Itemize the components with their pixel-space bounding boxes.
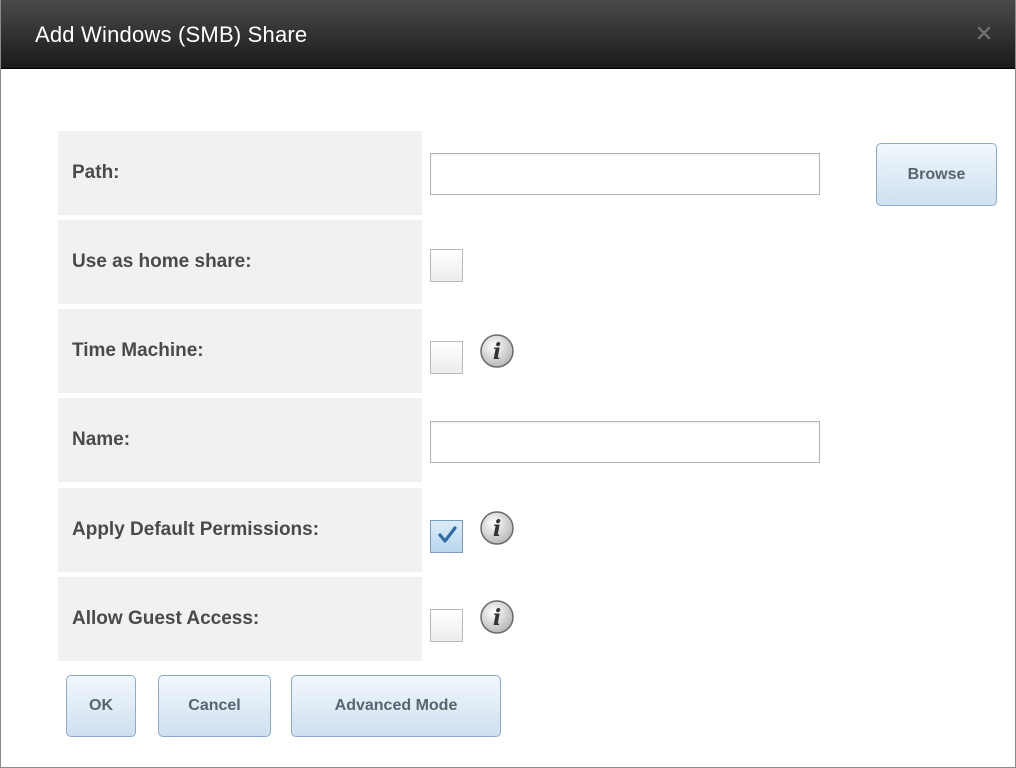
dialog-titlebar[interactable]: Add Windows (SMB) Share bbox=[1, 0, 1015, 69]
name-label-cell: Name: bbox=[58, 398, 422, 482]
guest-access-checkbox[interactable] bbox=[430, 609, 463, 642]
svg-text:i: i bbox=[493, 605, 501, 631]
info-icon[interactable]: i bbox=[479, 510, 515, 546]
default-permissions-checkbox[interactable] bbox=[430, 520, 463, 553]
home-share-label-cell: Use as home share: bbox=[58, 220, 422, 304]
default-permissions-label: Apply Default Permissions: bbox=[72, 519, 320, 540]
time-machine-label: Time Machine: bbox=[72, 340, 204, 361]
path-label: Path: bbox=[72, 162, 120, 183]
close-icon[interactable] bbox=[975, 24, 993, 42]
add-smb-share-dialog: Add Windows (SMB) Share Path: Browse Use… bbox=[0, 0, 1016, 768]
info-icon[interactable]: i bbox=[479, 333, 515, 369]
checkmark-icon bbox=[438, 526, 457, 543]
default-permissions-label-cell: Apply Default Permissions: bbox=[58, 488, 422, 572]
home-share-checkbox[interactable] bbox=[430, 249, 463, 282]
name-label: Name: bbox=[72, 429, 131, 450]
cancel-button[interactable]: Cancel bbox=[158, 675, 271, 737]
path-label-cell: Path: bbox=[58, 131, 422, 215]
time-machine-checkbox[interactable] bbox=[430, 341, 463, 374]
info-icon[interactable]: i bbox=[479, 599, 515, 635]
dialog-title: Add Windows (SMB) Share bbox=[35, 22, 308, 47]
ok-button[interactable]: OK bbox=[66, 675, 136, 737]
close-icon-graphic bbox=[977, 26, 991, 40]
home-share-label: Use as home share: bbox=[72, 251, 252, 272]
advanced-mode-button[interactable]: Advanced Mode bbox=[291, 675, 501, 737]
guest-access-label: Allow Guest Access: bbox=[72, 608, 260, 629]
svg-text:i: i bbox=[493, 339, 501, 365]
time-machine-label-cell: Time Machine: bbox=[58, 309, 422, 393]
browse-button[interactable]: Browse bbox=[876, 143, 997, 206]
name-input[interactable] bbox=[430, 421, 820, 463]
svg-text:i: i bbox=[493, 516, 501, 542]
guest-access-label-cell: Allow Guest Access: bbox=[58, 577, 422, 661]
path-input[interactable] bbox=[430, 153, 820, 195]
